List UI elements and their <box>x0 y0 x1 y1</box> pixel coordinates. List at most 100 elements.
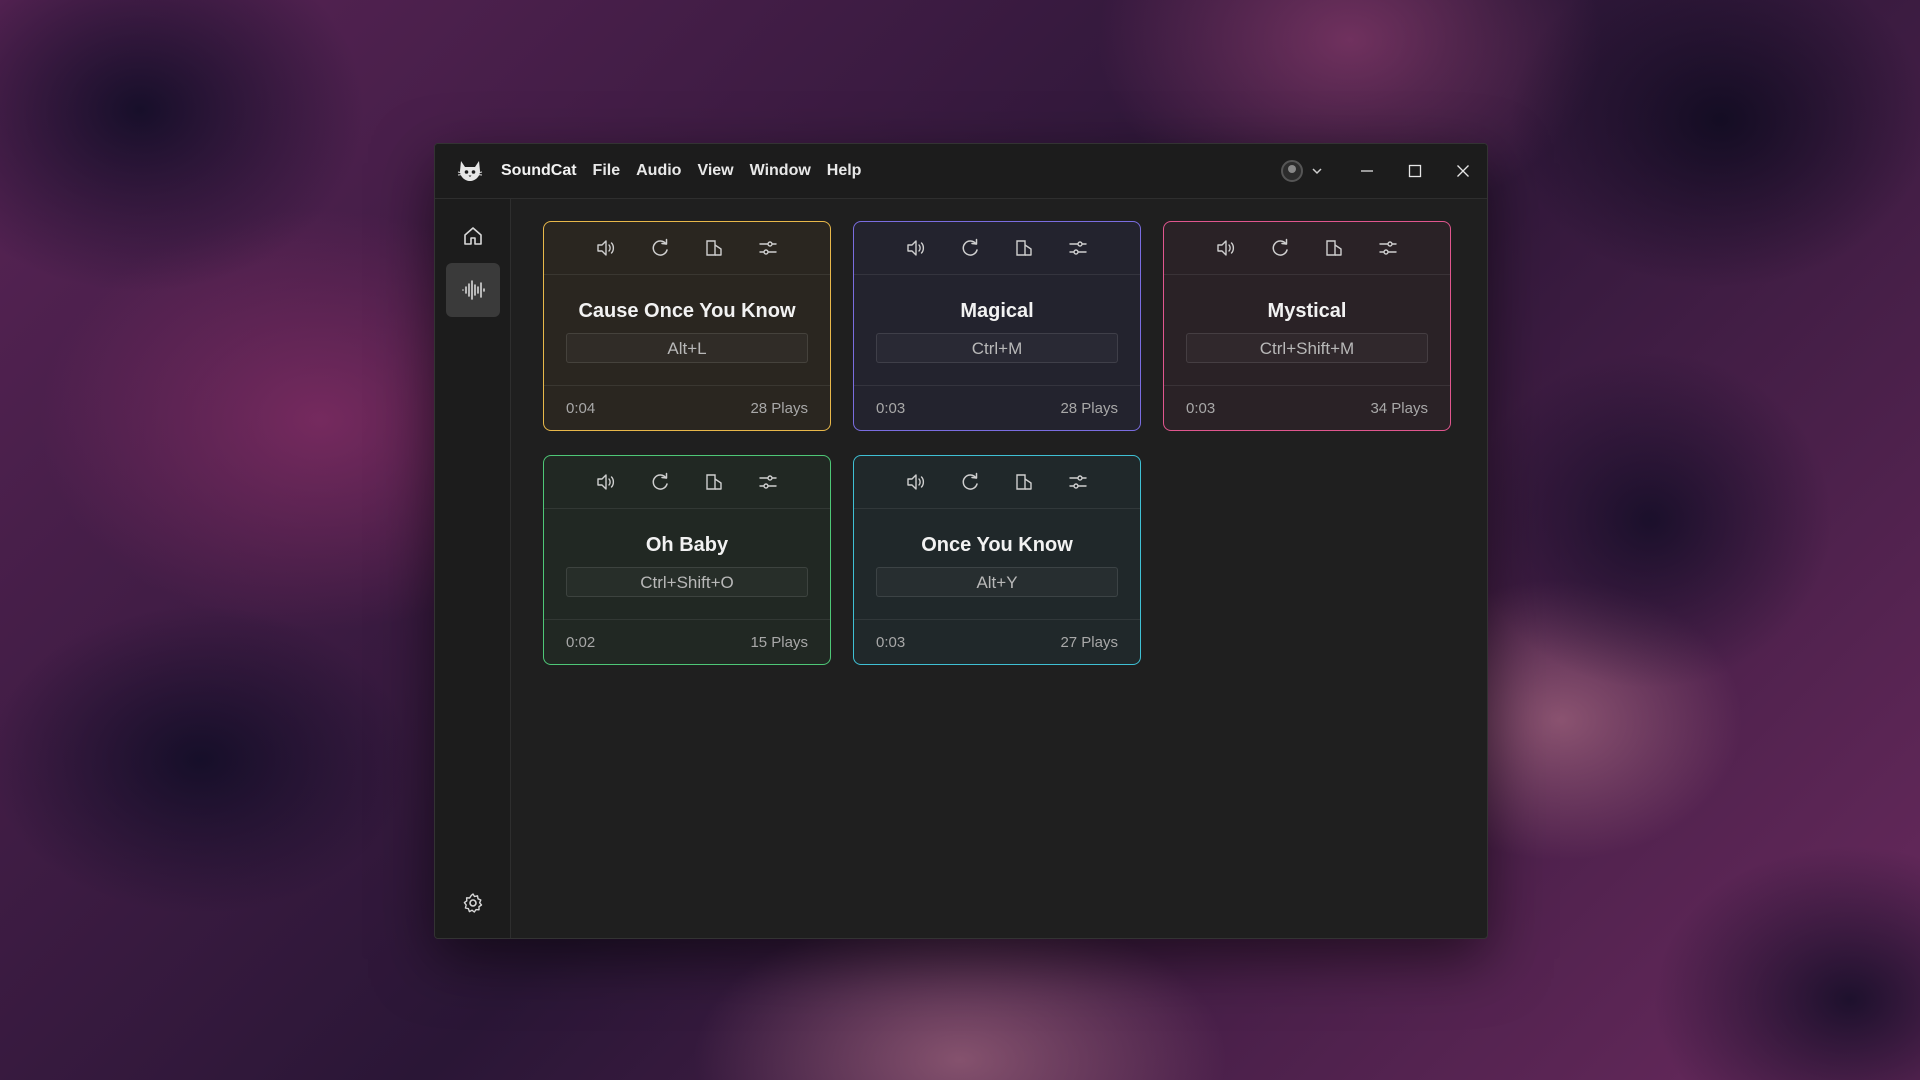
copy-icon <box>1013 237 1035 259</box>
volume-icon <box>905 471 927 493</box>
profile-dropdown[interactable] <box>1281 160 1323 182</box>
sound-settings-button[interactable] <box>1062 232 1094 264</box>
duration-label: 0:03 <box>876 399 906 417</box>
copy-button[interactable] <box>698 466 730 498</box>
plays-count: 27 Plays <box>1060 633 1118 651</box>
shortcut-field[interactable]: Ctrl+M <box>876 333 1118 363</box>
title-bar: SoundCat File Audio View Window Help <box>435 144 1487 199</box>
sound-grid: Cause Once You Know Alt+L 0:04 28 Plays Magi… <box>511 199 1487 938</box>
gear-icon <box>462 892 484 914</box>
app-title: SoundCat <box>501 162 577 179</box>
volume-button[interactable] <box>900 232 932 264</box>
menu-audio[interactable]: Audio <box>636 162 681 180</box>
chevron-down-icon <box>1311 165 1323 177</box>
volume-button[interactable] <box>590 232 622 264</box>
loop-button[interactable] <box>954 466 986 498</box>
sound-title: Mystical <box>1267 300 1347 322</box>
card-toolbar <box>544 222 830 275</box>
sidebar-item-home[interactable] <box>446 209 500 263</box>
copy-button[interactable] <box>1008 466 1040 498</box>
minimize-button[interactable] <box>1343 144 1391 198</box>
loop-icon <box>649 237 671 259</box>
copy-button[interactable] <box>1318 232 1350 264</box>
card-toolbar <box>854 222 1140 275</box>
sound-settings-button[interactable] <box>1062 466 1094 498</box>
avatar <box>1281 160 1303 182</box>
plays-count: 28 Plays <box>1060 399 1118 417</box>
card-toolbar <box>544 456 830 509</box>
plays-count: 34 Plays <box>1370 399 1428 417</box>
sound-settings-button[interactable] <box>1372 232 1404 264</box>
sound-title: Once You Know <box>921 534 1073 556</box>
loop-button[interactable] <box>1264 232 1296 264</box>
app-window: SoundCat File Audio View Window Help Cau… <box>434 143 1488 939</box>
menu-view[interactable]: View <box>697 162 733 180</box>
duration-label: 0:04 <box>566 399 596 417</box>
menu-help[interactable]: Help <box>827 162 862 180</box>
shortcut-field[interactable]: Alt+L <box>566 333 808 363</box>
volume-icon <box>595 471 617 493</box>
card-toolbar <box>1164 222 1450 275</box>
loop-icon <box>649 471 671 493</box>
copy-button[interactable] <box>1008 232 1040 264</box>
card-footer: 0:02 15 Plays <box>544 619 830 664</box>
volume-icon <box>1215 237 1237 259</box>
volume-button[interactable] <box>1210 232 1242 264</box>
loop-icon <box>959 237 981 259</box>
card-footer: 0:03 34 Plays <box>1164 385 1450 430</box>
waveform-icon <box>461 279 485 301</box>
sound-card[interactable]: Once You Know Alt+Y 0:03 27 Plays <box>853 455 1141 665</box>
close-button[interactable] <box>1439 144 1487 198</box>
settings-sliders-icon <box>1067 471 1089 493</box>
sidebar-item-sounds[interactable] <box>446 263 500 317</box>
sidebar-item-settings[interactable] <box>446 876 500 930</box>
cat-logo-icon <box>455 156 485 186</box>
close-icon <box>1456 164 1470 178</box>
maximize-icon <box>1408 164 1422 178</box>
sound-card[interactable]: Cause Once You Know Alt+L 0:04 28 Plays <box>543 221 831 431</box>
shortcut-field[interactable]: Ctrl+Shift+O <box>566 567 808 597</box>
volume-icon <box>595 237 617 259</box>
minimize-icon <box>1360 164 1374 178</box>
duration-label: 0:02 <box>566 633 596 651</box>
sound-settings-button[interactable] <box>752 232 784 264</box>
loop-button[interactable] <box>644 232 676 264</box>
settings-sliders-icon <box>1067 237 1089 259</box>
sound-title: Cause Once You Know <box>578 300 796 322</box>
shortcut-field[interactable]: Ctrl+Shift+M <box>1186 333 1428 363</box>
copy-icon <box>1013 471 1035 493</box>
title-bar-controls <box>1281 144 1487 198</box>
copy-icon <box>1323 237 1345 259</box>
duration-label: 0:03 <box>876 633 906 651</box>
volume-icon <box>905 237 927 259</box>
copy-button[interactable] <box>698 232 730 264</box>
card-footer: 0:04 28 Plays <box>544 385 830 430</box>
sound-title: Magical <box>960 300 1034 322</box>
sound-card[interactable]: Magical Ctrl+M 0:03 28 Plays <box>853 221 1141 431</box>
sidebar <box>435 199 511 938</box>
home-icon <box>462 225 484 247</box>
sound-card[interactable]: Mystical Ctrl+Shift+M 0:03 34 Plays <box>1163 221 1451 431</box>
card-footer: 0:03 27 Plays <box>854 619 1140 664</box>
plays-count: 28 Plays <box>750 399 808 417</box>
copy-icon <box>703 471 725 493</box>
loop-button[interactable] <box>644 466 676 498</box>
card-footer: 0:03 28 Plays <box>854 385 1140 430</box>
card-toolbar <box>854 456 1140 509</box>
settings-sliders-icon <box>1377 237 1399 259</box>
volume-button[interactable] <box>590 466 622 498</box>
settings-sliders-icon <box>757 471 779 493</box>
settings-sliders-icon <box>757 237 779 259</box>
duration-label: 0:03 <box>1186 399 1216 417</box>
copy-icon <box>703 237 725 259</box>
maximize-button[interactable] <box>1391 144 1439 198</box>
volume-button[interactable] <box>900 466 932 498</box>
sound-card[interactable]: Oh Baby Ctrl+Shift+O 0:02 15 Plays <box>543 455 831 665</box>
menu-file[interactable]: File <box>593 162 621 180</box>
loop-button[interactable] <box>954 232 986 264</box>
shortcut-field[interactable]: Alt+Y <box>876 567 1118 597</box>
menu-window[interactable]: Window <box>750 162 811 180</box>
loop-icon <box>1269 237 1291 259</box>
loop-icon <box>959 471 981 493</box>
sound-settings-button[interactable] <box>752 466 784 498</box>
